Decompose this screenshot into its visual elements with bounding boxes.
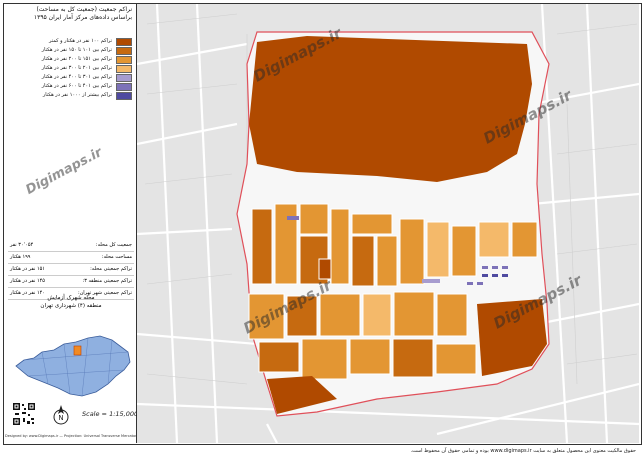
stat-value: ۳۰٬۰۵۴ نفر <box>10 242 34 248</box>
legend-item: تراکم بین ۲۰۱ تا ۳۰۰ نفر در هکتار <box>4 64 136 73</box>
map-tools: N Scale = 1:15,000 <box>12 402 139 428</box>
location-marker <box>73 345 82 356</box>
stat-row: تراکم جمعیتی محله: ۱۵۱ نفر در هکتار <box>8 264 134 276</box>
stat-row: تراکم جمعیتی منطقه ۳: ۱۴۵ نفر در هکتار <box>8 276 134 288</box>
legend-label: تراکم بین ۲۰۱ تا ۳۰۰ نفر در هکتار <box>41 65 112 71</box>
main-map: Digimaps.ir Digimaps.ir Digimaps.ir Digi… <box>137 4 639 443</box>
legend-swatch <box>116 47 132 55</box>
copyright-note: حقوق مالکیت معنوی این محصول متعلق به سای… <box>410 448 636 454</box>
stat-value: ۱۹۹ هکتار <box>10 254 31 260</box>
legend-label: تراکم بین ۳۰۱ تا ۴۰۰ نفر در هکتار <box>41 74 112 80</box>
stat-row: جمعیت کل محله: ۳۰٬۰۵۴ نفر <box>8 240 134 252</box>
legend-label: تراکم بین ۱۰۱ تا ۱۵۰ نفر در هکتار <box>41 47 112 53</box>
legend-swatch <box>116 65 132 73</box>
north-label: N <box>58 414 63 422</box>
north-arrow-icon: N <box>53 405 69 425</box>
title-line-1: نراکم جمعیت (جمعیت کل به مساحت) <box>36 6 132 13</box>
legend-swatch <box>116 74 132 82</box>
credits: Designed by: www.Digimaps.ir — Projectio… <box>5 434 137 438</box>
map-canvas: Digimaps.ir Digimaps.ir Digimaps.ir Digi… <box>137 4 639 443</box>
legend-label: تراکم بین ۱۵۱ تا ۲۰۰ نفر در هکتار <box>41 56 112 62</box>
legend-item: تراکم بین ۱۵۱ تا ۲۰۰ نفر در هکتار <box>4 55 136 64</box>
legend-item: تراکم بین ۳۰۱ تا ۴۰۰ نفر در هکتار <box>4 73 136 82</box>
stat-label: مساحت محله: <box>101 254 132 260</box>
watermark: Digimaps.ir <box>23 145 105 198</box>
stat-value: ۱۵۱ نفر در هکتار <box>10 266 45 272</box>
legend-item: تراکم ۱۰۰ نفر در هکتار و کمتر <box>4 37 136 46</box>
stats-table: جمعیت کل محله: ۳۰٬۰۵۴ نفر مساحت محله: ۱۹… <box>8 240 134 300</box>
legend-item: تراکم بین ۱۰۱ تا ۱۵۰ نفر در هکتار <box>4 46 136 55</box>
legend-swatch <box>116 38 132 46</box>
legend-label: تراکم بیشتر از ۱۰۰۰ نفر در هکتار <box>42 92 112 98</box>
legend-swatch <box>116 92 132 100</box>
stat-label: جمعیت کل محله: <box>95 242 132 248</box>
legend-swatch <box>116 83 132 91</box>
legend-label: تراکم بین ۴۰۱ تا ۶۰۰ نفر در هکتار <box>41 83 112 89</box>
locator-minimap <box>15 335 131 397</box>
legend-swatch <box>116 56 132 64</box>
stat-label: تراکم جمعیتی محله: <box>90 266 132 272</box>
scale-text: Scale = 1:15,000 <box>82 410 139 418</box>
stat-row: مساحت محله: ۱۹۹ هکتار <box>8 252 134 264</box>
map-title: نراکم جمعیت (جمعیت کل به مساحت) براساس د… <box>4 4 136 22</box>
legend-label: تراکم ۱۰۰ نفر در هکتار و کمتر <box>49 38 112 44</box>
info-panel: نراکم جمعیت (جمعیت کل به مساحت) براساس د… <box>4 4 139 443</box>
title-line-2: براساس داده‌های مرکز آمار ایران ۱۳۹۵ <box>33 14 132 21</box>
legend-item: تراکم بین ۴۰۱ تا ۶۰۰ نفر در هکتار <box>4 82 136 91</box>
legend-item: تراکم بیشتر از ۱۰۰۰ نفر در هکتار <box>4 91 136 100</box>
region-name: منطقه (۴) شهرداری تهران <box>40 303 102 309</box>
neighborhood-name: محله شهرک آزمایش <box>47 295 95 301</box>
stat-value: ۱۴۵ نفر در هکتار <box>10 278 45 284</box>
qr-code <box>12 402 36 426</box>
stat-label: تراکم جمعیتی منطقه ۳: <box>82 278 132 284</box>
area-caption: محله شهرک آزمایش منطقه (۴) شهرداری تهران <box>8 294 134 310</box>
tehran-outline <box>15 335 131 397</box>
